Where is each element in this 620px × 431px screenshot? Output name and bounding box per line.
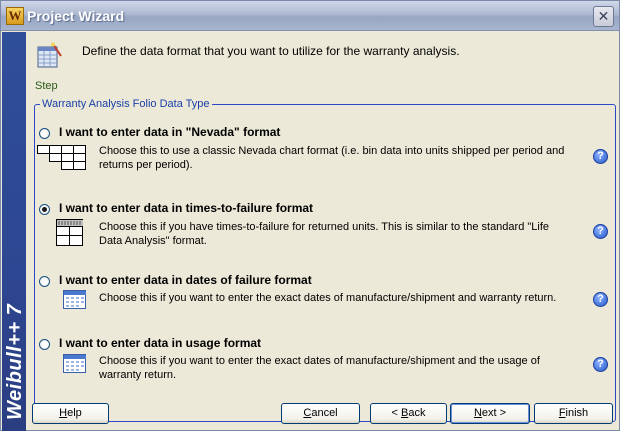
- finish-button-label-rest: inish: [565, 407, 589, 419]
- option-usage-description: Choose this if you want to enter the exa…: [99, 355, 540, 381]
- finish-button[interactable]: Finish: [534, 403, 613, 424]
- button-bar: Help Cancel < Back Next > Finish: [27, 394, 619, 431]
- help-button-key: H: [59, 407, 68, 419]
- calendar-icon: [63, 354, 86, 373]
- option-usage-title[interactable]: I want to enter data in usage format: [59, 336, 261, 350]
- wizard-content: Step Define the data format that you wan…: [27, 32, 619, 431]
- radio-dates-of-failure[interactable]: [39, 276, 50, 287]
- help-icon[interactable]: ?: [593, 224, 608, 239]
- help-button-label-rest: elp: [67, 407, 82, 419]
- calendar-icon: [63, 290, 86, 309]
- group-label: Warranty Analysis Folio Data Type: [40, 98, 212, 110]
- next-button-label-rest: ext >: [481, 407, 507, 419]
- radio-times-to-failure[interactable]: [39, 204, 50, 215]
- help-button[interactable]: Help: [32, 403, 109, 424]
- table-grid-icon: [56, 219, 83, 246]
- back-button[interactable]: < Back: [370, 403, 447, 424]
- cancel-button[interactable]: Cancel: [281, 403, 360, 424]
- project-wizard-window: W Project Wizard ✕ Weibull++ 7 Step Defi…: [0, 0, 620, 431]
- finish-button-key: F: [558, 407, 566, 419]
- cancel-button-label-rest: ancel: [311, 407, 338, 419]
- next-button-key: N: [473, 407, 482, 419]
- back-button-label-rest: ack: [408, 407, 426, 419]
- option-nevada-title[interactable]: I want to enter data in "Nevada" format: [59, 125, 280, 139]
- app-icon: W: [6, 7, 24, 25]
- next-button[interactable]: Next >: [450, 403, 530, 424]
- option-dates-of-failure-title[interactable]: I want to enter data in dates of failure…: [59, 273, 312, 287]
- data-type-group: Warranty Analysis Folio Data Type I want…: [34, 98, 616, 422]
- option-times-to-failure-description: Choose this if you have times-to-failure…: [99, 221, 550, 247]
- help-icon[interactable]: ?: [593, 149, 608, 164]
- title-bar[interactable]: W Project Wizard ✕: [1, 1, 619, 31]
- option-dates-of-failure-description: Choose this if you want to enter the exa…: [99, 292, 557, 304]
- step-label: Step: [35, 80, 58, 92]
- option-nevada-description: Choose this to use a classic Nevada char…: [99, 145, 565, 171]
- step-wizard-icon: [37, 42, 62, 68]
- window-title: Project Wizard: [27, 8, 125, 24]
- radio-nevada[interactable]: [39, 128, 50, 139]
- help-icon[interactable]: ?: [593, 292, 608, 307]
- sidebar-brand-text: Weibull++ 7: [4, 303, 26, 420]
- header-description: Define the data format that you want to …: [82, 44, 460, 58]
- option-times-to-failure-title[interactable]: I want to enter data in times-to-failure…: [59, 201, 313, 215]
- nevada-grid-icon: [37, 145, 86, 170]
- close-button[interactable]: ✕: [593, 6, 614, 27]
- help-icon[interactable]: ?: [593, 357, 608, 372]
- radio-usage[interactable]: [39, 339, 50, 350]
- brand-sidebar: Weibull++ 7: [2, 32, 26, 431]
- back-button-label: <: [391, 407, 401, 419]
